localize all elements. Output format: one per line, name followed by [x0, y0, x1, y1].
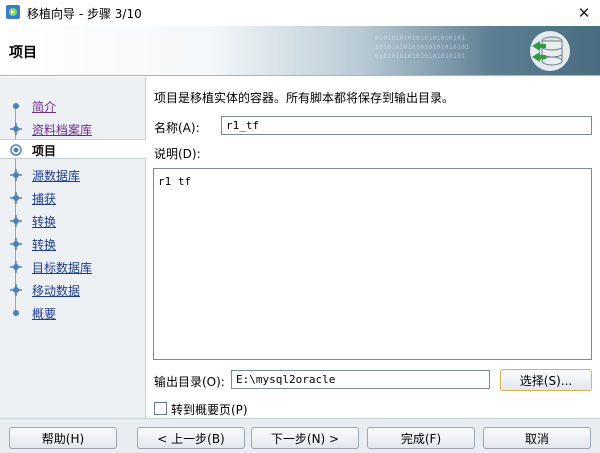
step-source-db[interactable]: 源数据库 [0, 165, 146, 185]
output-dir-field[interactable]: E:\mysql2oracle [231, 370, 490, 389]
step-project[interactable]: 项目 [0, 139, 146, 159]
title-bar: 移植向导 - 步骤 3/10 ✕ [0, 0, 600, 26]
step-label: 项目 [32, 144, 57, 158]
step-label: 转换 [32, 238, 57, 252]
step-marker-icon [10, 215, 22, 227]
description-field[interactable]: r1 tf [153, 168, 592, 360]
page-description: 项目是移植实体的容器。所有脚本都将保存到输出目录。 [154, 91, 455, 105]
close-button[interactable]: ✕ [568, 0, 600, 26]
step-marker-icon [13, 310, 19, 316]
step-intro[interactable]: 简介 [0, 96, 146, 116]
step-marker-icon [13, 103, 19, 109]
choose-button[interactable]: 选择(S)... [500, 369, 592, 391]
output-dir-label: 输出目录(O): [154, 375, 225, 389]
close-icon: ✕ [577, 4, 591, 22]
back-button[interactable]: < 上一步(B) [137, 427, 245, 449]
name-label: 名称(A): [154, 121, 200, 135]
step-label: 简介 [32, 100, 57, 114]
step-repository[interactable]: 资料档案库 [0, 119, 146, 139]
step-marker-icon [10, 261, 22, 273]
step-capture[interactable]: 捕获 [0, 188, 146, 208]
step-marker-icon [10, 192, 22, 204]
finish-button[interactable]: 完成(F) [367, 427, 475, 449]
step-convert-1[interactable]: 转换 [0, 211, 146, 231]
step-label: 捕获 [32, 192, 57, 206]
window-title: 移植向导 - 步骤 3/10 [27, 7, 142, 21]
cancel-button[interactable]: 取消 [483, 427, 591, 449]
step-current-icon [10, 144, 22, 156]
step-marker-icon [10, 238, 22, 250]
step-label: 转换 [32, 215, 57, 229]
header-banner: 项目 0101010101010101010101 10101010101010… [0, 26, 600, 76]
binary-pattern: 0101010101010101010101 [375, 53, 466, 60]
jump-to-summary-label: 转到概要页(P) [171, 403, 248, 417]
step-convert-2[interactable]: 转换 [0, 234, 146, 254]
step-label: 源数据库 [32, 169, 81, 183]
step-marker-icon [10, 284, 22, 296]
jump-to-summary-checkbox[interactable] [154, 402, 167, 415]
next-button[interactable]: 下一步(N) > [251, 427, 359, 449]
step-label: 目标数据库 [32, 261, 93, 275]
step-label: 移动数据 [32, 284, 81, 298]
step-marker-icon [10, 169, 22, 181]
app-icon [6, 5, 20, 19]
description-label: 说明(D): [154, 147, 201, 161]
step-move-data[interactable]: 移动数据 [0, 280, 146, 300]
step-target-db[interactable]: 目标数据库 [0, 257, 146, 277]
step-summary[interactable]: 概要 [0, 303, 146, 323]
page-title: 项目 [9, 45, 37, 61]
help-button[interactable]: 帮助(H) [9, 427, 117, 449]
name-field[interactable]: r1_tf [221, 116, 592, 135]
binary-pattern: 10101010101010101010101 [375, 44, 470, 51]
binary-pattern: 0101010101010101010101 [375, 35, 466, 42]
database-migrate-icon [530, 31, 570, 71]
step-label: 资料档案库 [32, 123, 93, 137]
step-marker-icon [10, 123, 22, 135]
step-label: 概要 [32, 307, 57, 321]
